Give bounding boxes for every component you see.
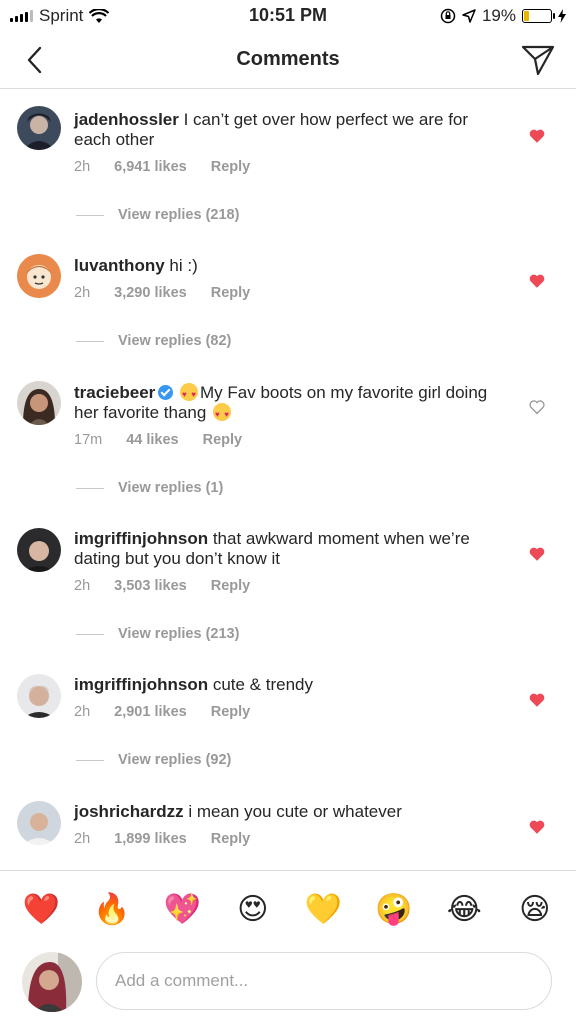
comment-username[interactable]: imgriffinjohnson [74, 675, 208, 694]
battery-percent: 19% [481, 6, 516, 25]
comment-body: hi :) [169, 256, 198, 275]
comment-meta: 17m 44 likes Reply [74, 432, 242, 448]
divider-line [76, 340, 104, 342]
view-replies-button[interactable]: View replies (218) [76, 207, 239, 223]
reply-button[interactable]: Reply [211, 578, 251, 594]
status-right: 19% [440, 6, 566, 26]
avatar[interactable] [17, 801, 61, 845]
view-replies-button[interactable]: View replies (1) [76, 480, 223, 496]
heart-eyes-emoji-icon [213, 403, 232, 425]
emoji-quick-bar: ❤️ 🔥 💖 😍 💛 🤪 😂 😪 [0, 870, 576, 948]
comment-text: joshrichardzz i mean you cute or whateve… [74, 802, 494, 822]
nav-header: Comments [0, 32, 576, 89]
comment-text: jadenhossler I can’t get over how perfec… [74, 110, 494, 150]
location-icon [462, 9, 476, 23]
battery-icon [522, 9, 555, 23]
zany-face-emoji-button[interactable]: 🤪 [374, 890, 414, 930]
comment-text: luvanthony hi :) [74, 256, 494, 276]
verified-badge-icon [158, 385, 174, 400]
heart-eyes-emoji-button[interactable]: 😍 [233, 890, 273, 930]
reply-button[interactable]: Reply [211, 831, 251, 847]
comment-likes[interactable]: 2,901 likes [114, 704, 187, 720]
comment-meta: 2h 1,899 likes Reply [74, 831, 250, 847]
view-replies-label: View replies (213) [118, 626, 240, 642]
comment-meta: 2h 2,901 likes Reply [74, 704, 250, 720]
comment-meta: 2h 6,941 likes Reply [74, 159, 250, 175]
orientation-lock-icon [440, 8, 456, 24]
comment-username[interactable]: traciebeer [74, 383, 155, 402]
avatar[interactable] [17, 381, 61, 425]
paper-plane-icon [521, 45, 555, 76]
comment-time: 2h [74, 704, 91, 720]
fire-emoji-button[interactable]: 🔥 [92, 890, 132, 930]
avatar[interactable] [17, 528, 61, 572]
page-title: Comments [236, 48, 340, 70]
divider-line [76, 214, 104, 216]
comment-username[interactable]: joshrichardzz [74, 802, 184, 821]
comment-time: 2h [74, 285, 91, 301]
comment-text: imgriffinjohnson that awkward moment whe… [74, 529, 494, 569]
direct-share-button[interactable] [518, 40, 558, 80]
comment-body: i mean you cute or whatever [188, 802, 402, 821]
sparkling-heart-emoji-button[interactable]: 💖 [162, 890, 202, 930]
comment-meta: 2h 3,290 likes Reply [74, 285, 250, 301]
comment-likes[interactable]: 3,290 likes [114, 285, 187, 301]
like-heart-outline-icon[interactable] [528, 398, 546, 416]
divider-line [76, 487, 104, 489]
charging-bolt-icon [558, 9, 566, 23]
view-replies-button[interactable]: View replies (92) [76, 752, 231, 768]
view-replies-button[interactable]: View replies (82) [76, 333, 231, 349]
comment-username[interactable]: luvanthony [74, 256, 165, 275]
like-heart-icon[interactable] [528, 818, 546, 836]
view-replies-label: View replies (218) [118, 207, 240, 223]
avatar[interactable] [17, 674, 61, 718]
comment-likes[interactable]: 1,899 likes [114, 831, 187, 847]
view-replies-label: View replies (92) [118, 752, 232, 768]
battery-fill [524, 11, 529, 21]
comment-username[interactable]: imgriffinjohnson [74, 529, 208, 548]
comment-username[interactable]: jadenhossler [74, 110, 179, 129]
reply-button[interactable]: Reply [211, 159, 251, 175]
comment-body: cute & trendy [212, 675, 313, 694]
view-replies-label: View replies (1) [118, 480, 224, 496]
comment-likes[interactable]: 6,941 likes [114, 159, 187, 175]
divider-line [76, 633, 104, 635]
red-heart-emoji-button[interactable]: ❤️ [21, 890, 61, 930]
add-comment-input[interactable] [96, 952, 552, 1010]
comment-likes[interactable]: 44 likes [126, 432, 178, 448]
sleepy-face-emoji-button[interactable]: 😪 [515, 890, 555, 930]
comment-likes[interactable]: 3,503 likes [114, 578, 187, 594]
reply-button[interactable]: Reply [203, 432, 243, 448]
like-heart-icon[interactable] [528, 691, 546, 709]
comment-text: traciebeer My Fav boots on my favorite g… [74, 383, 494, 425]
avatar[interactable] [17, 106, 61, 150]
avatar[interactable] [17, 254, 61, 298]
comment-time: 2h [74, 578, 91, 594]
reply-button[interactable]: Reply [211, 704, 251, 720]
status-bar: Sprint 10:51 PM 19% [0, 0, 576, 32]
heart-eyes-emoji-icon [180, 383, 199, 405]
view-replies-label: View replies (82) [118, 333, 232, 349]
comment-time: 17m [74, 432, 103, 448]
like-heart-icon[interactable] [528, 545, 546, 563]
view-replies-button[interactable]: View replies (213) [76, 626, 239, 642]
my-avatar [22, 952, 82, 1012]
divider-line [76, 759, 104, 761]
comment-time: 2h [74, 831, 91, 847]
comment-meta: 2h 3,503 likes Reply [74, 578, 250, 594]
comment-text: imgriffinjohnson cute & trendy [74, 675, 494, 695]
like-heart-icon[interactable] [528, 127, 546, 145]
tears-of-joy-emoji-button[interactable]: 😂 [444, 890, 484, 930]
yellow-heart-emoji-button[interactable]: 💛 [303, 890, 343, 930]
like-heart-icon[interactable] [528, 272, 546, 290]
reply-button[interactable]: Reply [211, 285, 251, 301]
comment-time: 2h [74, 159, 91, 175]
